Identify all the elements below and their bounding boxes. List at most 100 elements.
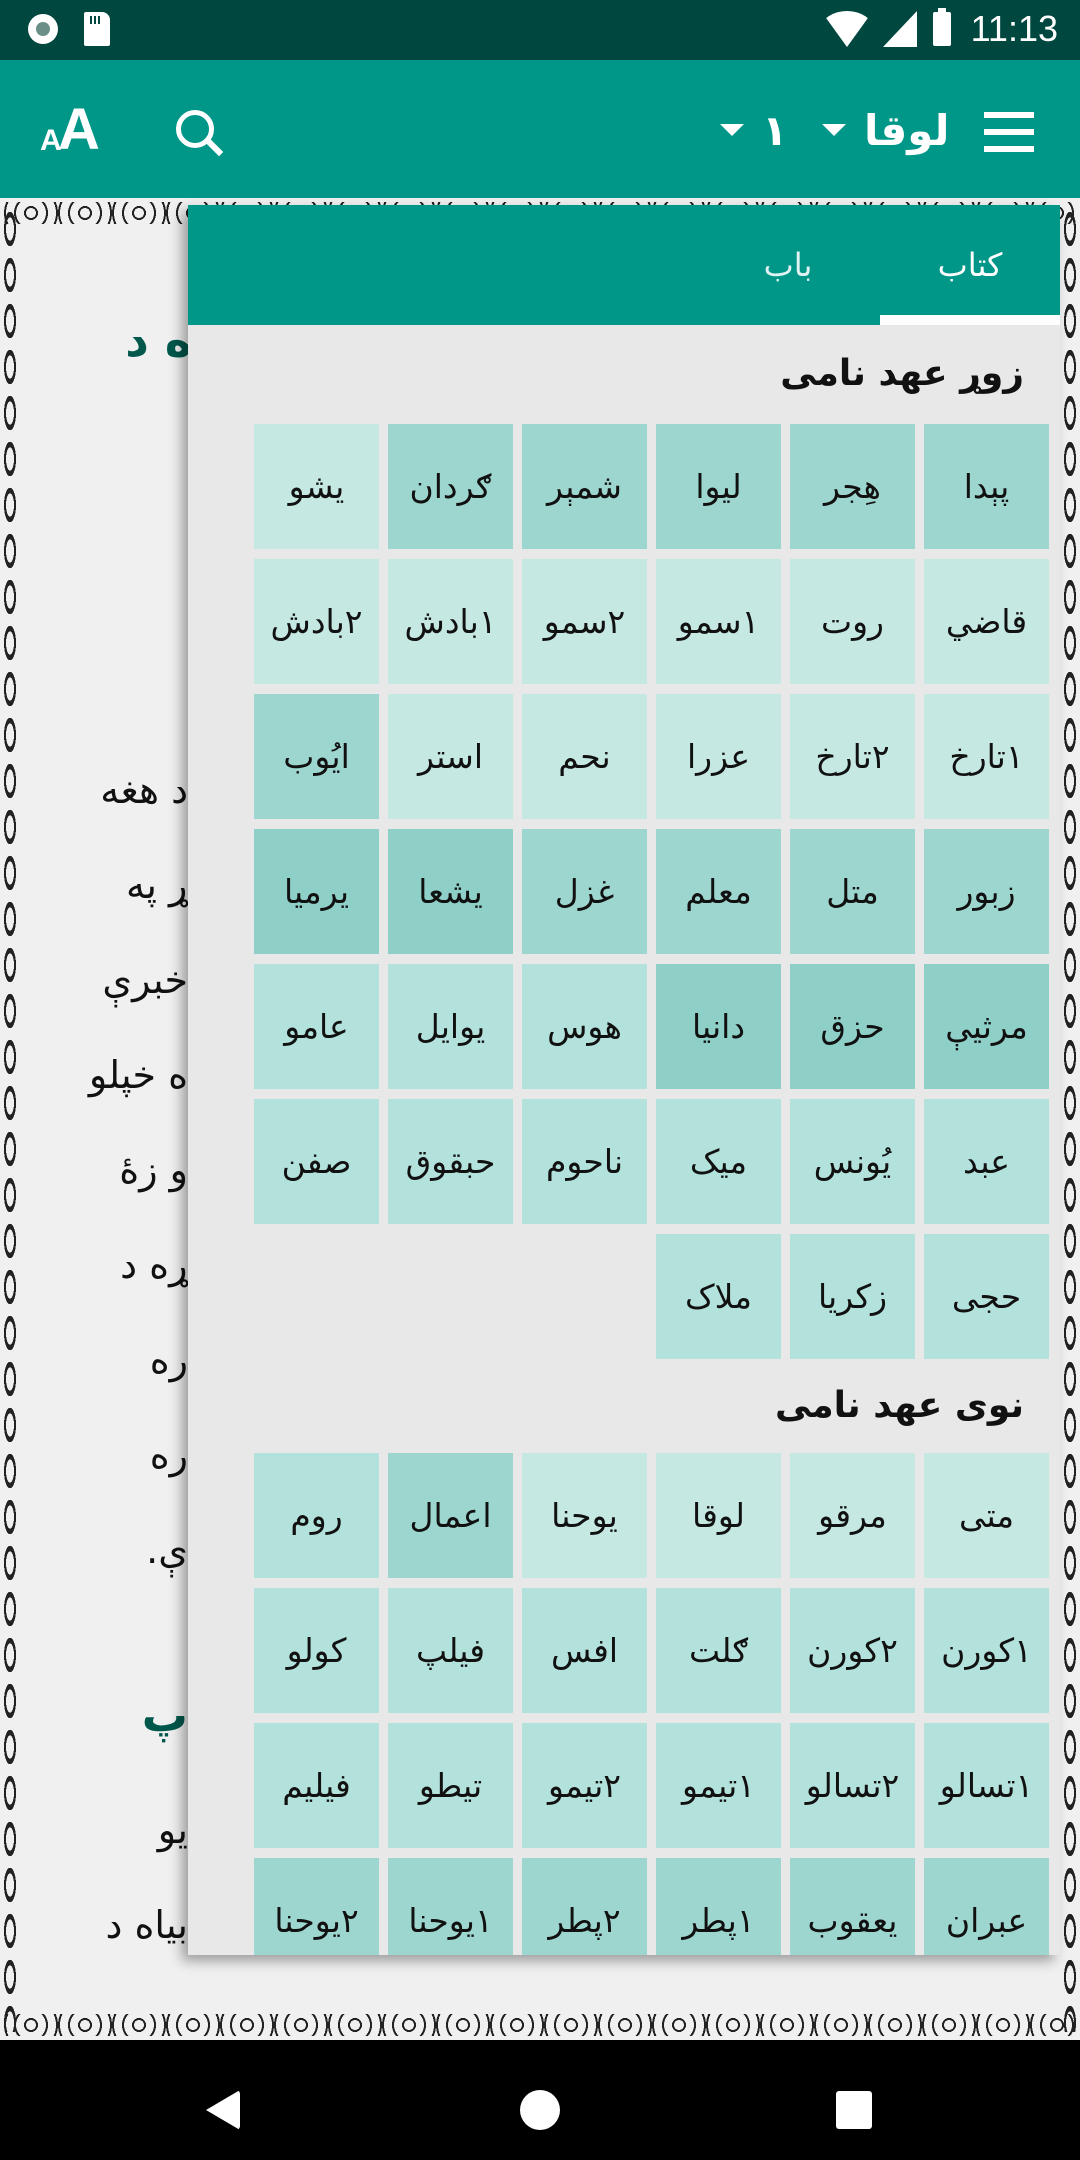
- font-size-icon: A: [58, 97, 100, 162]
- menu-icon-bar: [984, 146, 1034, 152]
- book-tile[interactable]: عبران: [924, 1858, 1049, 1955]
- page-text-fragment: خبرې: [102, 958, 188, 1002]
- book-tile[interactable]: عامو: [254, 964, 379, 1089]
- book-tile[interactable]: نحم: [522, 694, 647, 819]
- book-tile[interactable]: ميک: [656, 1099, 781, 1224]
- recents-icon[interactable]: [836, 2091, 872, 2129]
- book-tile[interactable]: ٢پطر: [522, 1858, 647, 1955]
- back-icon[interactable]: [206, 2090, 240, 2130]
- tab-chapter[interactable]: باب: [698, 205, 878, 325]
- book-tile[interactable]: يشو: [254, 424, 379, 549]
- status-bar: 11:13: [0, 0, 1080, 60]
- book-tile[interactable]: ١سمو: [656, 559, 781, 684]
- book-tile[interactable]: ٢بادش: [254, 559, 379, 684]
- menu-icon: [984, 112, 1034, 118]
- book-tile[interactable]: ايُوب: [254, 694, 379, 819]
- book-tile[interactable]: ١پطر: [656, 1858, 781, 1955]
- book-tile[interactable]: عزرا: [656, 694, 781, 819]
- book-tile[interactable]: لوقا: [656, 1453, 781, 1578]
- book-tile[interactable]: فيلپ: [388, 1588, 513, 1713]
- book-tile[interactable]: ٢تسالو: [790, 1723, 915, 1848]
- ornament-border-right: [1062, 206, 1078, 2032]
- book-tile[interactable]: ٢کورن: [790, 1588, 915, 1713]
- page-text-fragment: د هغه: [100, 768, 188, 812]
- book-tile[interactable]: يوحنا: [522, 1453, 647, 1578]
- book-tile[interactable]: زکريا: [790, 1234, 915, 1359]
- book-tile[interactable]: ٢تيمو: [522, 1723, 647, 1848]
- page-text-fragment: و زهٔ: [119, 1148, 188, 1192]
- book-tile[interactable]: ناحوم: [522, 1099, 647, 1224]
- book-tile[interactable]: معلم: [656, 829, 781, 954]
- book-tile[interactable]: قاضي: [924, 559, 1049, 684]
- book-tile[interactable]: استر: [388, 694, 513, 819]
- search-button[interactable]: [174, 108, 224, 158]
- book-tile[interactable]: يوايل: [388, 964, 513, 1089]
- page-text-fragment: ړ په: [126, 863, 188, 907]
- book-picker-panel: کتاب باب زوړ عهد نامی پېدا هِجر ليوا شمېر ګر…: [188, 205, 1060, 1955]
- book-tile[interactable]: ملاک: [656, 1234, 781, 1359]
- page-text-fragment: ې.: [146, 1528, 188, 1572]
- book-tile[interactable]: هِجر: [790, 424, 915, 549]
- book-tile[interactable]: دانيا: [656, 964, 781, 1089]
- book-tile[interactable]: ١تارخ: [924, 694, 1049, 819]
- book-tile[interactable]: ګردان: [388, 424, 513, 549]
- section-title-new-testament: نوی عهد نامی: [774, 1385, 1024, 1426]
- chapter-selector[interactable]: ١: [720, 100, 788, 160]
- ornament-border-left: [2, 206, 18, 2032]
- book-tile[interactable]: صفن: [254, 1099, 379, 1224]
- book-tile[interactable]: ٢تارخ: [790, 694, 915, 819]
- book-tile[interactable]: روم: [254, 1453, 379, 1578]
- chapter-selector-label: ١: [762, 105, 788, 155]
- book-tile[interactable]: يعقوب: [790, 1858, 915, 1955]
- status-time: 11:13: [970, 8, 1058, 49]
- book-tile[interactable]: مرثيې: [924, 964, 1049, 1089]
- book-tile[interactable]: متل: [790, 829, 915, 954]
- book-tile[interactable]: فيليم: [254, 1723, 379, 1848]
- book-tile[interactable]: روت: [790, 559, 915, 684]
- book-tile[interactable]: حزق: [790, 964, 915, 1089]
- book-tile[interactable]: يرميا: [254, 829, 379, 954]
- book-tile[interactable]: يُونس: [790, 1099, 915, 1224]
- book-tile[interactable]: ٢يوحنا: [254, 1858, 379, 1955]
- new-testament-grid: متی مرقو لوقا يوحنا اعمال روم ١کورن ٢کورن ګلت افس…: [239, 1453, 1049, 1955]
- book-tile[interactable]: ليوا: [656, 424, 781, 549]
- menu-button[interactable]: [984, 112, 1034, 152]
- book-tile[interactable]: کولو: [254, 1588, 379, 1713]
- book-tile[interactable]: ١يوحنا: [388, 1858, 513, 1955]
- book-tile[interactable]: ١بادش: [388, 559, 513, 684]
- book-tile[interactable]: حبقوق: [388, 1099, 513, 1224]
- book-tile[interactable]: هوس: [522, 964, 647, 1089]
- book-tile[interactable]: مرقو: [790, 1453, 915, 1578]
- page-heading-fragment: ه د: [125, 313, 192, 367]
- book-selector[interactable]: لوقا: [822, 100, 949, 160]
- book-tile[interactable]: پېدا: [924, 424, 1049, 549]
- nav-bar: [0, 2040, 1080, 2160]
- home-icon[interactable]: [520, 2090, 560, 2130]
- book-tile[interactable]: ١تسالو: [924, 1723, 1049, 1848]
- book-tile[interactable]: افس: [522, 1588, 647, 1713]
- book-tile[interactable]: ٢سمو: [522, 559, 647, 684]
- dropdown-arrow-icon: [720, 124, 744, 136]
- font-size-button[interactable]: A A: [36, 97, 106, 162]
- book-tile[interactable]: شمېر: [522, 424, 647, 549]
- book-tile[interactable]: ١تيمو: [656, 1723, 781, 1848]
- page-text-fragment: ره: [149, 1433, 188, 1477]
- book-tile[interactable]: عبد: [924, 1099, 1049, 1224]
- book-tile[interactable]: زبور: [924, 829, 1049, 954]
- book-tile[interactable]: اعمال: [388, 1453, 513, 1578]
- page-heading-fragment: پ: [141, 1688, 188, 1742]
- book-tile[interactable]: تيطو: [388, 1723, 513, 1848]
- signal-icon: [882, 11, 917, 47]
- wifi-icon: [820, 11, 873, 47]
- dropdown-arrow-icon: [822, 124, 846, 136]
- book-tile[interactable]: ١کورن: [924, 1588, 1049, 1713]
- page-text-fragment: ړه د: [120, 1243, 188, 1287]
- book-tile[interactable]: متی: [924, 1453, 1049, 1578]
- book-tile[interactable]: غزل: [522, 829, 647, 954]
- book-tile[interactable]: ګلت: [656, 1588, 781, 1713]
- sd-card-icon: [84, 12, 110, 46]
- book-tile[interactable]: حجی: [924, 1234, 1049, 1359]
- record-icon: [28, 14, 58, 44]
- tab-book[interactable]: کتاب: [880, 205, 1060, 325]
- book-tile[interactable]: يشعا: [388, 829, 513, 954]
